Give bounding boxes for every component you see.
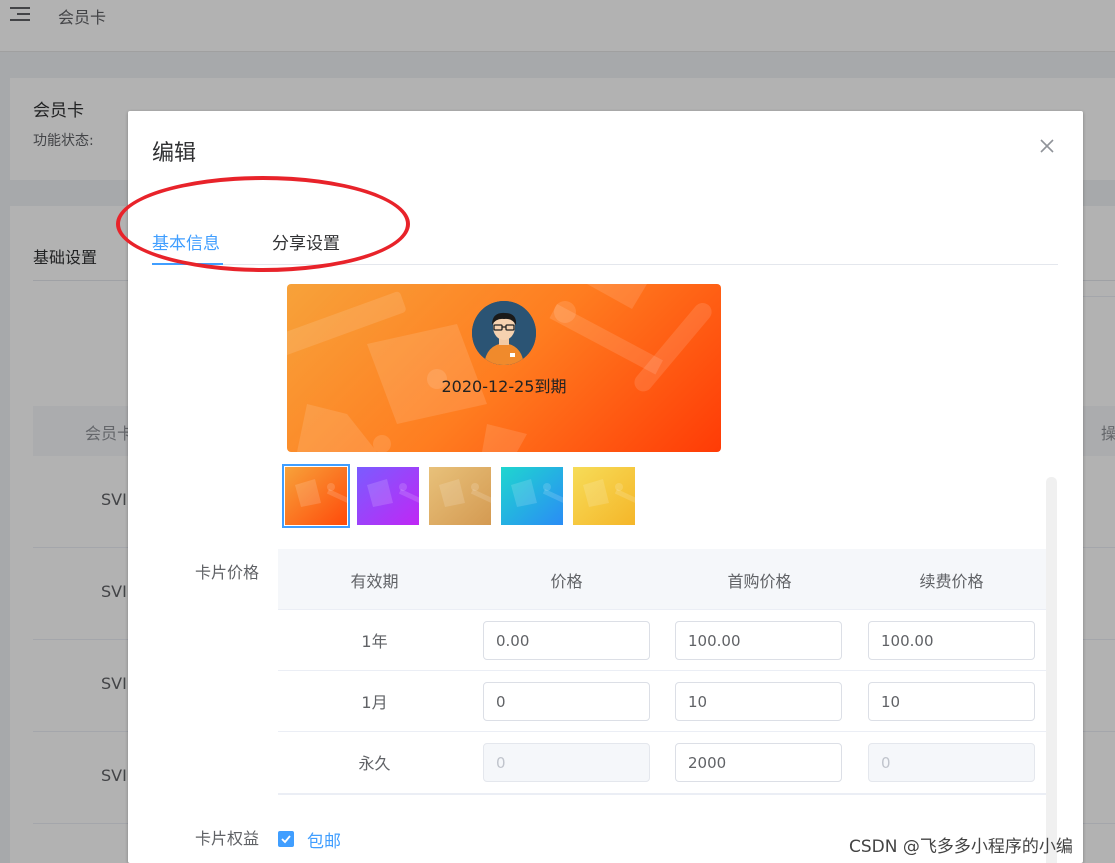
card-benefits-label: 卡片权益 (195, 829, 260, 848)
first-price-input[interactable] (675, 743, 842, 782)
column-header-renew-price: 续费价格 (919, 572, 984, 591)
theme-swatch-purple[interactable] (357, 467, 419, 525)
table-row: 永久 (278, 732, 1048, 793)
tab-basic-info[interactable]: 基本信息 (152, 229, 220, 254)
price-input[interactable] (483, 682, 650, 721)
card-price-label: 卡片价格 (195, 563, 260, 582)
period-label: 永久 (358, 754, 391, 773)
check-icon (281, 835, 291, 844)
price-table-bottom-border (278, 793, 1048, 795)
period-label: 1月 (361, 693, 388, 712)
card-expire-date: 2020-12-25到期 (441, 377, 567, 396)
tabs-divider (152, 264, 1058, 265)
first-price-input[interactable] (675, 682, 842, 721)
dialog-scrollbar[interactable] (1046, 477, 1057, 863)
column-header-period: 有效期 (350, 572, 399, 591)
dialog-title: 编辑 (152, 141, 197, 166)
period-label: 1年 (361, 632, 388, 651)
theme-swatches (282, 464, 643, 528)
column-header-price: 价格 (550, 572, 583, 591)
member-card-preview: 2020-12-25到期 (287, 284, 721, 452)
close-icon[interactable] (1038, 137, 1056, 155)
renew-price-input (868, 743, 1035, 782)
edit-dialog: 编辑 基本信息 分享设置 2020-12-25到期 卡片价格 有效期 价格 首购… (128, 111, 1083, 863)
price-input (483, 743, 650, 782)
price-table-header: 有效期 价格 首购价格 续费价格 (278, 549, 1048, 610)
tab-share-settings[interactable]: 分享设置 (272, 229, 340, 254)
theme-swatch-cyan[interactable] (501, 467, 563, 525)
dialog-tabs: 基本信息 分享设置 (152, 217, 1058, 267)
first-price-input[interactable] (675, 621, 842, 660)
renew-price-input[interactable] (868, 621, 1035, 660)
avatar (472, 301, 536, 365)
table-row: 1年 (278, 610, 1048, 671)
column-header-first-price: 首购价格 (727, 572, 792, 591)
table-row: 1月 (278, 671, 1048, 732)
theme-swatch-orange[interactable] (282, 464, 350, 528)
theme-swatch-yellow[interactable] (573, 467, 635, 525)
active-tab-indicator (152, 263, 223, 265)
theme-swatch-tan[interactable] (429, 467, 491, 525)
free-shipping-checkbox[interactable] (278, 831, 294, 847)
renew-price-input[interactable] (868, 682, 1035, 721)
free-shipping-label[interactable]: 包邮 (307, 827, 341, 852)
price-input[interactable] (483, 621, 650, 660)
watermark: CSDN @飞多多小程序的小编 (849, 837, 1073, 857)
